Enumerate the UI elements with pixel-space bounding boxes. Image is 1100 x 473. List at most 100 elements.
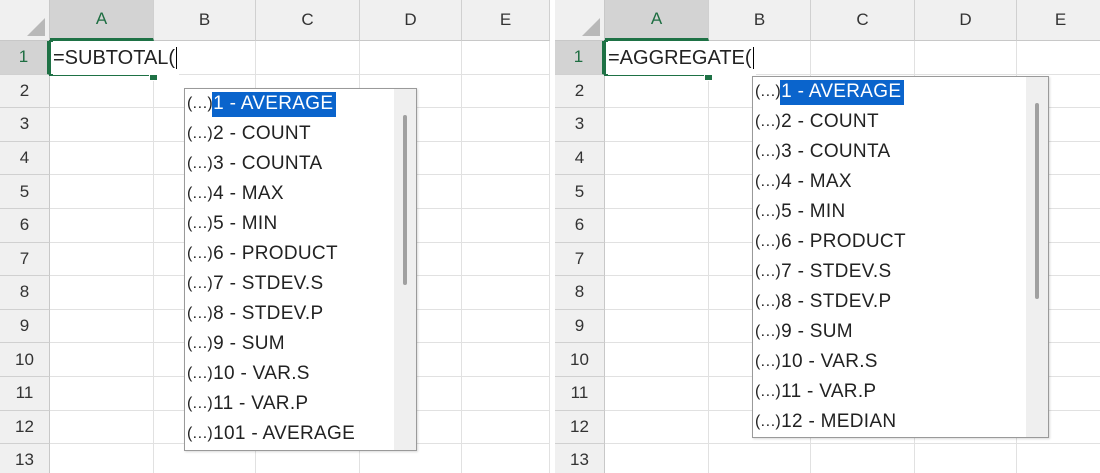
cell-formula-text[interactable]: =SUBTOTAL( [53,41,180,75]
cell-a10[interactable] [605,343,709,377]
dropdown-scrollbar[interactable] [1026,77,1048,437]
cell-a2[interactable] [605,74,709,109]
scrollbar-thumb[interactable] [1035,103,1039,299]
cell-e7[interactable] [462,242,550,277]
dropdown-item[interactable]: (…) 12 - MEDIAN [755,407,899,437]
row-header-11[interactable]: 11 [0,377,50,411]
cell-a9[interactable] [50,309,154,344]
cell-e3[interactable] [462,108,550,142]
row-header-9[interactable]: 9 [0,309,50,344]
row-header-2[interactable]: 2 [555,74,605,109]
row-header-11[interactable]: 11 [555,377,605,411]
dropdown-item[interactable]: (…) 1 - AVERAGE [187,89,337,119]
cell-a5[interactable] [605,175,709,209]
row-header-13[interactable]: 13 [0,444,50,473]
column-header-c[interactable]: C [256,0,360,41]
cell-c1[interactable] [256,41,360,75]
dropdown-item[interactable]: (…) 5 - MIN [755,197,849,227]
row-header-3[interactable]: 3 [555,108,605,142]
cell-e13[interactable] [1017,444,1100,473]
row-header-1[interactable]: 1 [555,41,605,75]
dropdown-item[interactable]: (…) 3 - COUNTA [755,137,893,167]
row-header-6[interactable]: 6 [555,209,605,243]
dropdown-item[interactable]: (…) 1 - AVERAGE [755,77,905,107]
row-header-4[interactable]: 4 [555,141,605,176]
cell-a7[interactable] [605,242,709,277]
cell-a8[interactable] [605,276,709,310]
dropdown-item[interactable]: (…) 8 - STDEV.P [755,287,894,317]
select-all-corner[interactable] [0,0,50,41]
dropdown-item[interactable]: (…) 6 - PRODUCT [755,227,909,257]
dropdown-item[interactable]: (…) 10 - VAR.S [755,347,881,377]
cell-a8[interactable] [50,276,154,310]
cell-e1[interactable] [1017,41,1100,75]
cell-e6[interactable] [462,209,550,243]
cell-e11[interactable] [462,377,550,411]
cell-e4[interactable] [462,141,550,176]
cell-a9[interactable] [605,309,709,344]
cell-a13[interactable] [605,444,709,473]
cell-a4[interactable] [605,141,709,176]
cell-e9[interactable] [462,309,550,344]
row-header-6[interactable]: 6 [0,209,50,243]
function-argument-dropdown[interactable]: (…) 1 - AVERAGE (…) 2 - COUNT (…) 3 - COUNTA(… [184,88,417,451]
dropdown-item[interactable]: (…) 4 - MAX [187,179,287,209]
dropdown-item[interactable]: (…) 2 - COUNT [755,107,882,137]
row-header-3[interactable]: 3 [0,108,50,142]
dropdown-scrollbar[interactable] [394,89,416,450]
cell-e10[interactable] [462,343,550,377]
column-header-d[interactable]: D [915,0,1017,41]
row-header-5[interactable]: 5 [0,175,50,209]
dropdown-item[interactable]: (…) 11 - VAR.P [187,389,311,419]
cell-a11[interactable] [605,377,709,411]
scrollbar-thumb[interactable] [403,115,407,285]
cell-e2[interactable] [462,74,550,109]
row-header-2[interactable]: 2 [0,74,50,109]
column-header-a[interactable]: A [605,0,709,41]
cell-e12[interactable] [462,410,550,445]
cell-a4[interactable] [50,141,154,176]
cell-b13[interactable] [709,444,811,473]
cell-e8[interactable] [462,276,550,310]
dropdown-item[interactable]: (…) 3 - COUNTA [187,149,325,179]
cell-a11[interactable] [50,377,154,411]
dropdown-item[interactable]: (…) 6 - PRODUCT [187,239,341,269]
cell-a7[interactable] [50,242,154,277]
function-argument-dropdown[interactable]: (…) 1 - AVERAGE (…) 2 - COUNT (…) 3 - COUNTA (… [752,76,1049,438]
row-header-8[interactable]: 8 [555,276,605,310]
cell-a13[interactable] [50,444,154,473]
cell-a6[interactable] [605,209,709,243]
cell-a6[interactable] [50,209,154,243]
dropdown-item[interactable]: (…) 2 - COUNT [187,119,314,149]
dropdown-item[interactable]: (…) 8 - STDEV.P [187,299,326,329]
row-header-12[interactable]: 12 [0,410,50,445]
dropdown-item[interactable]: (…) 10 - VAR.S [187,359,313,389]
cell-d1[interactable] [915,41,1017,75]
cell-a5[interactable] [50,175,154,209]
cell-a12[interactable] [605,410,709,445]
row-header-4[interactable]: 4 [0,141,50,176]
cell-d1[interactable] [360,41,462,75]
row-header-8[interactable]: 8 [0,276,50,310]
select-all-corner[interactable] [555,0,605,41]
cell-d13[interactable] [915,444,1017,473]
cell-a12[interactable] [50,410,154,445]
cell-a2[interactable] [50,74,154,109]
dropdown-item[interactable]: (…) 11 - VAR.P [755,377,879,407]
cell-a3[interactable] [605,108,709,142]
dropdown-item[interactable]: (…) 7 - STDEV.S [755,257,894,287]
cell-a10[interactable] [50,343,154,377]
cell-c1[interactable] [811,41,915,75]
column-header-b[interactable]: B [709,0,811,41]
column-header-b[interactable]: B [154,0,256,41]
column-header-c[interactable]: C [811,0,915,41]
row-header-7[interactable]: 7 [0,242,50,277]
row-header-5[interactable]: 5 [555,175,605,209]
row-header-9[interactable]: 9 [555,309,605,344]
row-header-12[interactable]: 12 [555,410,605,445]
column-header-e[interactable]: E [1017,0,1100,41]
column-header-d[interactable]: D [360,0,462,41]
row-header-13[interactable]: 13 [555,444,605,473]
dropdown-item[interactable]: (…) 9 - SUM [187,329,288,359]
cell-e5[interactable] [462,175,550,209]
